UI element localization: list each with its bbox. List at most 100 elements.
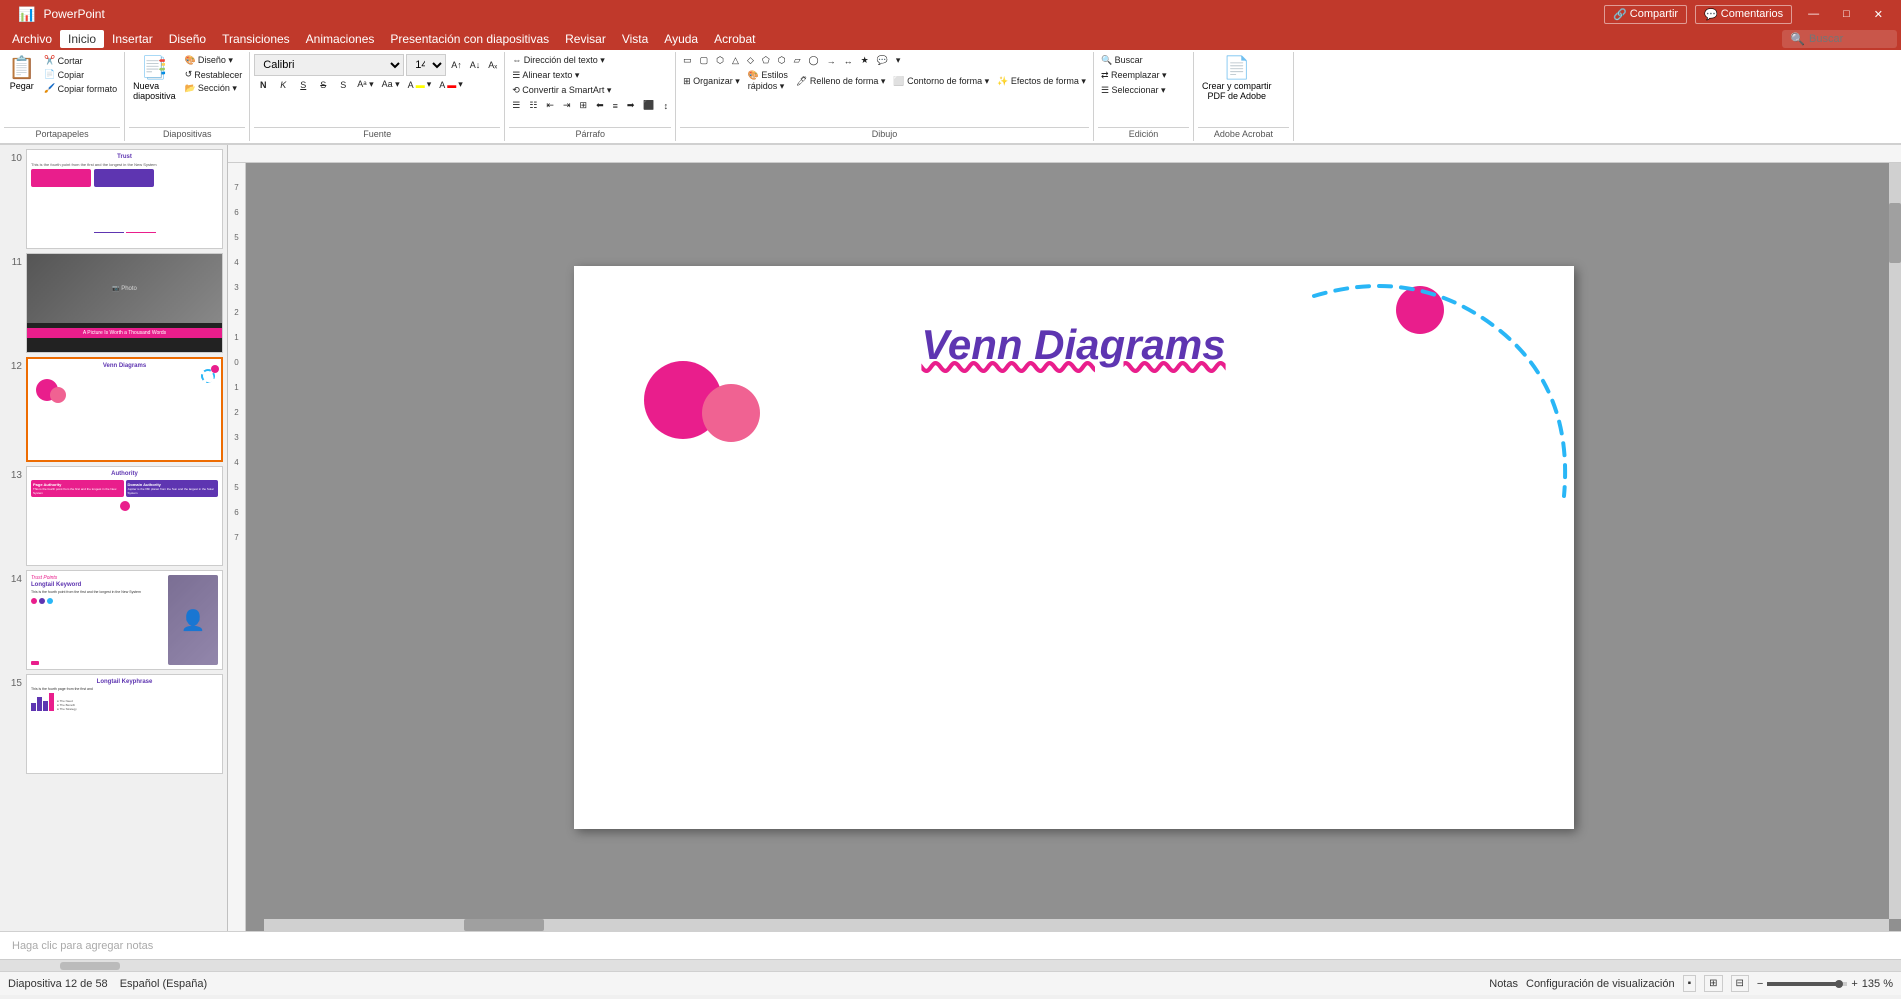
shape-rect[interactable]: ▭	[680, 54, 695, 67]
case-btn[interactable]: Aa ▾	[379, 78, 403, 91]
slide-10-number: 10	[4, 149, 22, 164]
decrease-indent-btn[interactable]: ⇤	[543, 99, 557, 112]
slide-13-title: Authority	[31, 471, 218, 477]
paste-button[interactable]: 📋 Pegar	[4, 54, 39, 114]
menu-insertar[interactable]: Insertar	[104, 30, 161, 48]
slide-13-thumb[interactable]: 13 Authority Page Authority This is the …	[4, 466, 223, 566]
shape-rounded-rect[interactable]: ▢	[697, 54, 712, 67]
zoom-out-btn[interactable]: −	[1757, 978, 1763, 990]
align-left-btn[interactable]: ⬅	[593, 99, 607, 112]
group-portapapeles: 📋 Pegar ✂️ Cortar 📄 Copiar 🖌️ Copiar for…	[0, 52, 125, 141]
shape-star[interactable]: ★	[858, 54, 872, 67]
scrollbar-vertical[interactable]	[1889, 163, 1901, 919]
line-spacing-btn[interactable]: ↕	[661, 100, 672, 112]
shape-double-arrow[interactable]: ↔	[841, 55, 856, 67]
replace-button[interactable]: ⇄ Reemplazar ▾	[1098, 69, 1170, 82]
view-config[interactable]: Configuración de visualización	[1526, 978, 1675, 990]
view-normal-btn[interactable]: ▪	[1683, 975, 1697, 992]
menu-transiciones[interactable]: Transiciones	[214, 30, 298, 48]
align-center-btn[interactable]: ≡	[610, 100, 621, 112]
shape-more[interactable]: ▾	[893, 54, 904, 67]
shape-snip[interactable]: ⬡	[713, 54, 727, 67]
maximize-btn[interactable]: □	[1835, 6, 1858, 22]
arrange-button[interactable]: ⊞ Organizar ▾	[680, 75, 743, 88]
find-button[interactable]: 🔍 Buscar	[1098, 54, 1146, 67]
menu-animaciones[interactable]: Animaciones	[298, 30, 383, 48]
copy-format-button[interactable]: 🖌️ Copiar formato	[41, 82, 120, 95]
highlight-btn[interactable]: A▬▾	[405, 78, 435, 91]
shadow-button[interactable]: S	[334, 79, 352, 91]
styles-button[interactable]: 🎨 Estilosrápidos ▾	[745, 69, 791, 93]
cut-button[interactable]: ✂️ Cortar	[41, 54, 120, 67]
numbering-btn[interactable]: ☷	[526, 99, 540, 112]
menu-acrobat[interactable]: Acrobat	[706, 30, 763, 48]
font-size-select[interactable]: 14	[406, 54, 446, 76]
menu-vista[interactable]: Vista	[614, 30, 656, 48]
slide-11-thumb[interactable]: 11 📷 Photo A Picture Is Worth a Thousand…	[4, 253, 223, 353]
effects-button[interactable]: ✨ Efectos de forma ▾	[994, 75, 1089, 88]
shape-arrow[interactable]: →	[824, 55, 839, 67]
columns-btn[interactable]: ⊞	[577, 99, 591, 112]
slide-15-thumb[interactable]: 15 Longtail Keyphrase This is the fourth…	[4, 674, 223, 774]
outline-button[interactable]: ⬜ Contorno de forma ▾	[890, 75, 992, 88]
clear-format-btn[interactable]: Aₓ	[485, 59, 500, 71]
text-direction-btn[interactable]: ⇔ Dirección del texto ▾	[509, 54, 608, 67]
menu-archivo[interactable]: Archivo	[4, 30, 60, 48]
font-color-btn[interactable]: A▬▾	[436, 78, 466, 91]
adobe-label: Adobe Acrobat	[1198, 127, 1289, 141]
view-reader-btn[interactable]: ⊟	[1731, 975, 1749, 992]
close-btn[interactable]: ✕	[1866, 6, 1891, 23]
notes-area[interactable]: Haga clic para agregar notas	[0, 931, 1901, 959]
shape-callout[interactable]: 💬	[874, 54, 891, 67]
design-button[interactable]: 🎨 Diseño ▾	[182, 54, 246, 67]
search-box[interactable]: 🔍	[1782, 30, 1897, 48]
strikethrough-button[interactable]: S	[314, 79, 332, 91]
slide-14-thumb[interactable]: 14 Trust Points Longtail Keyword This is…	[4, 570, 223, 670]
slide-title-text: Venn Diagrams	[921, 321, 1225, 368]
reset-button[interactable]: ↺ Restablecer	[182, 68, 246, 81]
zoom-in-btn[interactable]: +	[1851, 978, 1857, 990]
bullets-btn[interactable]: ☰	[509, 99, 523, 112]
zoom-slider-container[interactable]: − + 135 %	[1757, 978, 1893, 990]
share-btn[interactable]: 🔗 Compartir	[1604, 5, 1687, 24]
shape-ellipse[interactable]: ◯	[805, 54, 821, 67]
increase-font-btn[interactable]: A↑	[448, 59, 465, 71]
italic-button[interactable]: K	[274, 79, 292, 91]
increase-indent-btn[interactable]: ⇥	[560, 99, 574, 112]
notes-toggle[interactable]: Notas	[1489, 978, 1518, 990]
menu-ayuda[interactable]: Ayuda	[656, 30, 706, 48]
decrease-font-btn[interactable]: A↓	[467, 59, 484, 71]
menu-diseno[interactable]: Diseño	[161, 30, 214, 48]
scrollbar-horizontal[interactable]	[264, 919, 1889, 931]
font-family-select[interactable]: Calibri	[254, 54, 404, 76]
convert-smartart-btn[interactable]: ⟲ Convertir a SmartArt ▾	[509, 84, 614, 97]
shape-pentagon[interactable]: ⬠	[759, 54, 773, 67]
new-slide-button[interactable]: 📑 Nuevadiapositiva	[129, 54, 180, 114]
shape-hexagon[interactable]: ⬡	[775, 54, 789, 67]
canvas-scroll-area[interactable]: Venn Diagrams	[246, 163, 1901, 931]
menu-revisar[interactable]: Revisar	[557, 30, 614, 48]
shape-triangle[interactable]: △	[729, 54, 742, 67]
create-pdf-button[interactable]: 📄 Crear y compartirPDF de Adobe	[1198, 54, 1276, 114]
copy-button[interactable]: 📄 Copiar	[41, 68, 120, 81]
select-button[interactable]: ☰ Seleccionar ▾	[1098, 84, 1169, 97]
slide-12-thumb[interactable]: 12 Venn Diagrams	[4, 357, 223, 462]
shape-diamond[interactable]: ◇	[744, 54, 757, 67]
underline-button[interactable]: S	[294, 79, 312, 91]
minimize-btn[interactable]: —	[1800, 6, 1827, 22]
justify-btn[interactable]: ⬛	[640, 99, 657, 112]
bold-button[interactable]: N	[254, 79, 272, 91]
search-input[interactable]	[1809, 33, 1889, 45]
menu-presentacion[interactable]: Presentación con diapositivas	[382, 30, 557, 48]
slide-10-thumb[interactable]: 10 Trust This is the fourth point from t…	[4, 149, 223, 249]
spacing-btn[interactable]: Aᵃ ▾	[354, 78, 376, 91]
fill-button[interactable]: 🖊 Relleno de forma ▾	[793, 75, 888, 88]
section-button[interactable]: 📂 Sección ▾	[182, 82, 246, 95]
align-text-btn[interactable]: ☰ Alinear texto ▾	[509, 69, 582, 82]
align-right-btn[interactable]: ➡	[624, 99, 638, 112]
shape-parallelogram[interactable]: ▱	[791, 54, 804, 67]
view-grid-btn[interactable]: ⊞	[1704, 975, 1722, 992]
menu-inicio[interactable]: Inicio	[60, 30, 104, 48]
comments-btn[interactable]: 💬 Comentarios	[1695, 5, 1792, 24]
bottom-scrollbar[interactable]	[0, 959, 1901, 971]
